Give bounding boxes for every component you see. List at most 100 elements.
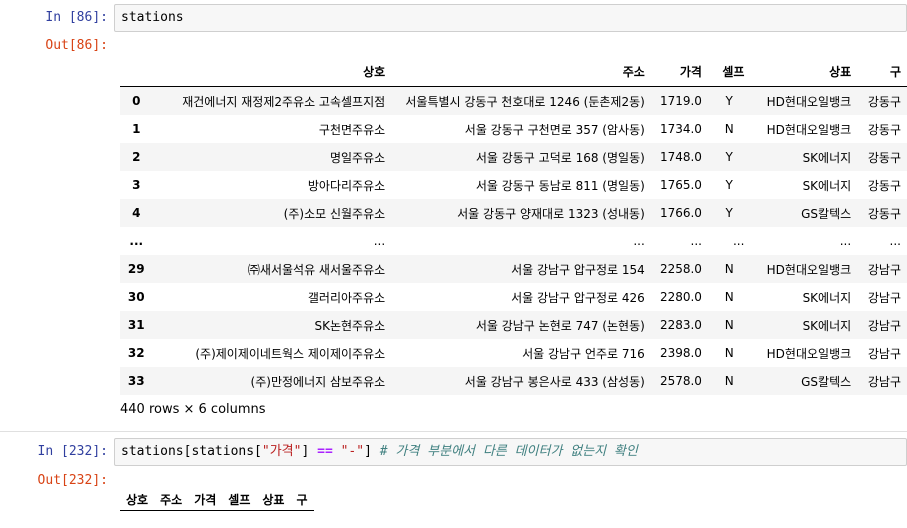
- table-cell: 2398.0: [659, 346, 702, 360]
- output-prompt: Out[86]:: [45, 38, 108, 53]
- table-cell: 강남구: [867, 346, 901, 361]
- code-string: "가격": [261, 444, 302, 459]
- dataframe-table: 상호 주소 가격 셀프 상표 구 0 재건에너지 재정제2주유소 고속셀프지점 서울특별시 강…: [120, 52, 907, 395]
- table-cell: HD현대오일뱅크: [766, 122, 852, 137]
- column-header: 상호: [120, 488, 155, 511]
- table-cell: N: [724, 122, 734, 136]
- table-cell: 강남구: [867, 262, 901, 277]
- table-row: 30 갤러리아주유소 서울 강남구 압구정로 426 2280.0 N SK에너지 강남구: [120, 283, 907, 311]
- table-cell: 서울 강남구 논현로 747 (논현동): [475, 318, 645, 333]
- table-cell: 1748.0: [659, 150, 702, 164]
- table-header-row: 상호 주소 가격 셀프 상표 구: [120, 488, 314, 511]
- table-cell: ...: [633, 234, 645, 248]
- table-cell: Y: [725, 178, 733, 192]
- table-cell: ...: [732, 234, 745, 248]
- code-comment: # 가격 부분에서 다른 데이터가 없는지 확인: [379, 444, 638, 459]
- code-string: "-": [340, 444, 365, 459]
- table-row: 31 SK논현주유소 서울 강남구 논현로 747 (논현동) 2283.0 N SK에너…: [120, 311, 907, 339]
- table-cell: 강남구: [867, 290, 901, 305]
- table-cell: ...: [889, 234, 901, 248]
- table-cell: SK논현주유소: [314, 318, 386, 333]
- row-index: 2: [132, 150, 141, 164]
- table-row: 4 (주)소모 신월주유소 서울 강동구 양재대로 1323 (성내동) 1766.0…: [120, 199, 907, 227]
- table-row: 0 재건에너지 재정제2주유소 고속셀프지점 서울특별시 강동구 천호대로 1246…: [120, 86, 907, 115]
- column-header: 상호: [152, 52, 392, 87]
- table-cell: N: [724, 318, 734, 332]
- table-cell: 서울 강남구 봉은사로 433 (삼성동): [464, 374, 645, 389]
- table-cell: N: [724, 374, 734, 388]
- table-cell: 서울 강동구 동남로 811 (명일동): [475, 178, 645, 193]
- table-cell: Y: [725, 94, 733, 108]
- table-cell: 2578.0: [659, 374, 702, 388]
- table-cell: 2283.0: [659, 318, 702, 332]
- column-header: 가격: [188, 488, 223, 511]
- table-cell: N: [724, 290, 734, 304]
- code-input[interactable]: stations: [114, 4, 907, 32]
- table-cell: 강동구: [867, 122, 901, 137]
- table-cell: 구천면주유소: [318, 122, 386, 137]
- row-index: 32: [127, 346, 145, 360]
- table-cell: 명일주유소: [329, 150, 386, 165]
- table-cell: SK에너지: [802, 150, 852, 165]
- table-cell: 갤러리아주유소: [307, 290, 386, 305]
- output-prompt: Out[232]:: [37, 473, 108, 488]
- dataframe-shape-label: 440 rows × 6 columns: [120, 402, 266, 417]
- code-text: stations[stations[: [121, 444, 262, 459]
- column-header: 상표: [750, 52, 858, 87]
- table-cell: 서울 강남구 압구정로 154: [511, 262, 645, 277]
- table-cell: GS칼텍스: [801, 206, 852, 221]
- code-operator: ==: [317, 444, 333, 459]
- table-cell: 1765.0: [659, 178, 702, 192]
- table-cell: N: [724, 346, 734, 360]
- table-cell: 서울특별시 강동구 천호대로 1246 (둔촌제2동): [405, 94, 645, 109]
- row-index: 30: [127, 290, 145, 304]
- input-prompt: In [232]:: [37, 444, 108, 459]
- row-index: 4: [132, 206, 141, 220]
- table-row: 1 구천면주유소 서울 강동구 구천면로 357 (암사동) 1734.0 N HD현대오…: [120, 115, 907, 143]
- table-cell: HD현대오일뱅크: [766, 94, 852, 109]
- table-cell: 1719.0: [659, 94, 702, 108]
- cell-divider: [0, 431, 907, 432]
- table-cell: 강동구: [867, 178, 901, 193]
- table-cell: Y: [725, 206, 733, 220]
- empty-dataframe-table: 상호 주소 가격 셀프 상표 구: [120, 488, 314, 511]
- table-cell: HD현대오일뱅크: [766, 262, 852, 277]
- table-cell: 서울 강동구 구천면로 357 (암사동): [464, 122, 645, 137]
- table-cell: 강동구: [867, 206, 901, 221]
- table-cell: 서울 강남구 언주로 716: [522, 346, 645, 361]
- table-row: 32 (주)제이제이네트웍스 제이제이주유소 서울 강남구 언주로 716 2398.…: [120, 339, 907, 367]
- column-header: 주소: [391, 52, 651, 87]
- table-cell: 강남구: [867, 374, 901, 389]
- column-header: 구: [857, 52, 907, 87]
- column-header: 구: [290, 488, 314, 511]
- table-cell: ...: [373, 234, 386, 248]
- table-cell: 2280.0: [659, 290, 702, 304]
- code-text: stations: [121, 10, 184, 25]
- table-row: 33 (주)만정에너지 삼보주유소 서울 강남구 봉은사로 433 (삼성동) 257…: [120, 367, 907, 395]
- table-cell: 강남구: [867, 318, 901, 333]
- input-prompt: In [86]:: [45, 10, 108, 25]
- table-cell: 서울 강남구 압구정로 426: [511, 290, 645, 305]
- table-cell: (주)제이제이네트웍스 제이제이주유소: [195, 346, 386, 361]
- table-header-row: 상호 주소 가격 셀프 상표 구: [120, 52, 907, 87]
- table-cell: (주)만정에너지 삼보주유소: [250, 374, 386, 389]
- row-index: 31: [127, 318, 145, 332]
- table-cell: N: [724, 262, 734, 276]
- row-index: 33: [127, 374, 145, 388]
- table-cell: 강동구: [867, 94, 901, 109]
- row-index: 29: [127, 262, 145, 276]
- column-header: 가격: [650, 52, 708, 87]
- table-row: 2 명일주유소 서울 강동구 고덕로 168 (명일동) 1748.0 Y SK에너지 강동…: [120, 143, 907, 171]
- table-row: 3 방아다리주유소 서울 강동구 동남로 811 (명일동) 1765.0 Y SK에너지…: [120, 171, 907, 199]
- table-cell: 1734.0: [659, 122, 702, 136]
- column-header: 셀프: [222, 488, 257, 511]
- row-index: 1: [132, 122, 141, 136]
- table-row: .....................: [120, 227, 907, 255]
- column-header: 셀프: [707, 52, 751, 87]
- table-cell: SK에너지: [802, 290, 852, 305]
- column-header: 상표: [256, 488, 291, 511]
- table-cell: 1766.0: [659, 206, 702, 220]
- code-input[interactable]: stations[stations["가격"] == "-"] # 가격 부분에…: [114, 438, 907, 466]
- table-cell: 서울 강동구 양재대로 1323 (성내동): [457, 206, 645, 221]
- code-text: ]: [364, 444, 380, 459]
